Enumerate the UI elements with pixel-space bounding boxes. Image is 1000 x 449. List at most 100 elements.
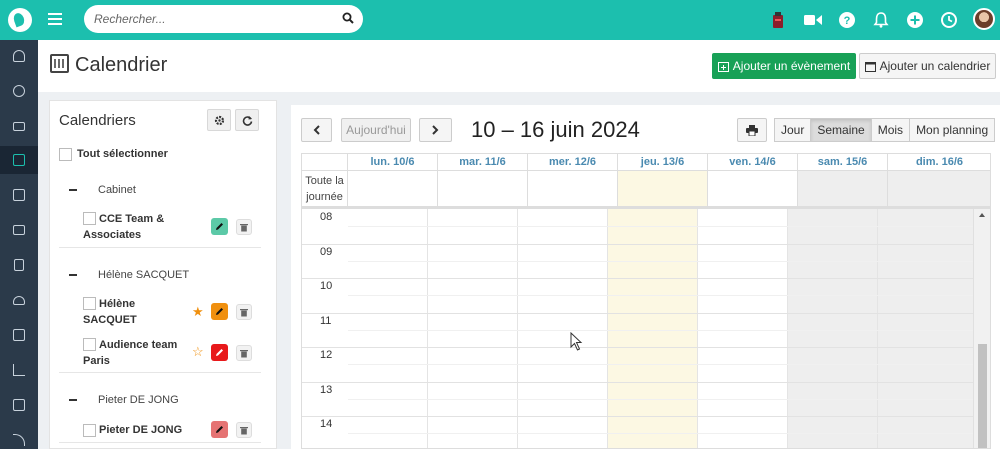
nav-mail-icon[interactable] bbox=[0, 112, 38, 140]
all-day-cell[interactable] bbox=[618, 171, 708, 206]
nav-table-icon[interactable] bbox=[0, 391, 38, 419]
video-icon[interactable] bbox=[803, 10, 823, 30]
mouse-cursor-icon bbox=[570, 332, 583, 351]
select-all-checkbox[interactable] bbox=[59, 148, 72, 161]
half-hour-line bbox=[348, 364, 974, 366]
week-grid: Toute la journée 08 09 10 11 12 13 14 lun. 10/… bbox=[301, 153, 991, 449]
hour-line bbox=[302, 416, 974, 417]
collapse-icon[interactable] bbox=[69, 189, 77, 191]
clock-icon[interactable] bbox=[939, 10, 959, 30]
trash-icon bbox=[240, 223, 248, 231]
hour-line bbox=[302, 347, 974, 348]
all-day-cell[interactable] bbox=[708, 171, 798, 206]
calendar-item-label: Paris bbox=[83, 355, 110, 367]
next-week-button[interactable] bbox=[419, 118, 452, 142]
help-icon[interactable]: ? bbox=[837, 10, 857, 30]
delete-calendar-button[interactable] bbox=[236, 219, 252, 235]
calendar-checkbox[interactable] bbox=[83, 297, 96, 310]
search-input[interactable] bbox=[94, 9, 334, 29]
day-header[interactable]: mar. 11/6 bbox=[438, 154, 528, 171]
view-planning-button[interactable]: Mon planning bbox=[909, 118, 996, 142]
nav-dashboard-icon[interactable] bbox=[0, 42, 38, 70]
hour-label: 09 bbox=[320, 245, 333, 258]
collapse-icon[interactable] bbox=[69, 274, 77, 276]
all-day-cell[interactable] bbox=[438, 171, 528, 206]
edit-calendar-button[interactable] bbox=[211, 421, 228, 438]
calendar-item-label: Pieter DE JONG bbox=[99, 424, 183, 436]
top-bar: ? bbox=[0, 0, 1000, 40]
grid-scrollbar[interactable] bbox=[973, 209, 990, 448]
day-header[interactable]: jeu. 13/6 bbox=[618, 154, 708, 171]
scroll-thumb[interactable] bbox=[978, 344, 987, 448]
all-day-cell[interactable] bbox=[528, 171, 618, 206]
prev-week-button[interactable] bbox=[301, 118, 332, 142]
pencil-icon bbox=[216, 308, 223, 315]
left-nav bbox=[0, 40, 38, 449]
pencil-icon bbox=[216, 349, 223, 356]
edit-calendar-button[interactable] bbox=[211, 344, 228, 361]
trash-icon bbox=[240, 349, 248, 357]
collapse-icon[interactable] bbox=[69, 399, 77, 401]
day-header[interactable]: mer. 12/6 bbox=[528, 154, 618, 171]
today-button[interactable]: Aujourd'hui bbox=[341, 118, 411, 142]
nav-calendar-icon[interactable] bbox=[0, 146, 38, 174]
calendar-checkbox[interactable] bbox=[83, 424, 96, 437]
all-day-cell[interactable] bbox=[888, 171, 990, 206]
add-event-button[interactable]: Ajouter un évènement bbox=[712, 53, 856, 79]
svg-text:?: ? bbox=[844, 15, 851, 27]
time-gutter-header bbox=[302, 154, 348, 171]
nav-cloud-icon[interactable] bbox=[0, 286, 38, 314]
delete-calendar-button[interactable] bbox=[236, 304, 252, 320]
edit-calendar-button[interactable] bbox=[211, 218, 228, 235]
hour-line bbox=[302, 243, 974, 245]
bell-icon[interactable] bbox=[871, 10, 891, 30]
search-icon[interactable] bbox=[342, 12, 354, 24]
hour-line bbox=[302, 312, 974, 314]
hour-label: 10 bbox=[320, 280, 333, 292]
half-hour-line bbox=[348, 295, 974, 297]
hamburger-icon[interactable] bbox=[48, 13, 62, 25]
nav-notes-icon[interactable] bbox=[0, 321, 38, 349]
star-outline-icon[interactable]: ☆ bbox=[192, 344, 204, 360]
add-calendar-button[interactable]: Ajouter un calendrier bbox=[859, 53, 996, 79]
edit-calendar-button[interactable] bbox=[211, 303, 228, 320]
day-header[interactable]: dim. 16/6 bbox=[888, 154, 990, 171]
avatar[interactable] bbox=[973, 8, 995, 30]
star-filled-icon[interactable]: ★ bbox=[192, 304, 204, 320]
calendar-icon bbox=[50, 54, 69, 73]
trash-icon bbox=[240, 426, 248, 434]
calendar-item-label: Audience team bbox=[99, 339, 178, 351]
delete-calendar-button[interactable] bbox=[236, 422, 252, 438]
divider bbox=[59, 372, 261, 373]
calendar-checkbox[interactable] bbox=[83, 338, 96, 351]
day-header[interactable]: ven. 14/6 bbox=[708, 154, 798, 171]
nav-briefcase-icon[interactable] bbox=[0, 216, 38, 244]
all-day-cell[interactable] bbox=[798, 171, 888, 206]
divider bbox=[59, 247, 261, 248]
nav-documents-icon[interactable] bbox=[0, 251, 38, 279]
all-day-cell[interactable] bbox=[348, 171, 438, 206]
scroll-up-icon[interactable] bbox=[979, 213, 985, 217]
extension-icon[interactable] bbox=[768, 10, 788, 30]
nav-rss-icon[interactable] bbox=[0, 426, 38, 449]
view-month-button[interactable]: Mois bbox=[870, 118, 911, 142]
view-day-button[interactable]: Jour bbox=[774, 118, 812, 142]
trash-icon bbox=[240, 308, 248, 316]
gear-icon bbox=[214, 115, 224, 125]
calendar-checkbox[interactable] bbox=[83, 212, 96, 225]
view-week-button[interactable]: Semaine bbox=[810, 118, 872, 142]
print-icon bbox=[746, 124, 758, 136]
plus-icon[interactable] bbox=[905, 10, 925, 30]
print-button[interactable] bbox=[737, 118, 767, 142]
nav-tasks-icon[interactable] bbox=[0, 181, 38, 209]
refresh-button[interactable] bbox=[235, 109, 259, 131]
divider bbox=[59, 442, 261, 443]
hour-line bbox=[302, 278, 974, 279]
nav-chart-icon[interactable] bbox=[0, 356, 38, 384]
settings-button[interactable] bbox=[207, 109, 231, 131]
day-header[interactable]: sam. 15/6 bbox=[798, 154, 888, 171]
day-header[interactable]: lun. 10/6 bbox=[348, 154, 438, 171]
app-logo-icon[interactable] bbox=[8, 8, 32, 32]
nav-contacts-icon[interactable] bbox=[0, 77, 38, 105]
delete-calendar-button[interactable] bbox=[236, 345, 252, 361]
